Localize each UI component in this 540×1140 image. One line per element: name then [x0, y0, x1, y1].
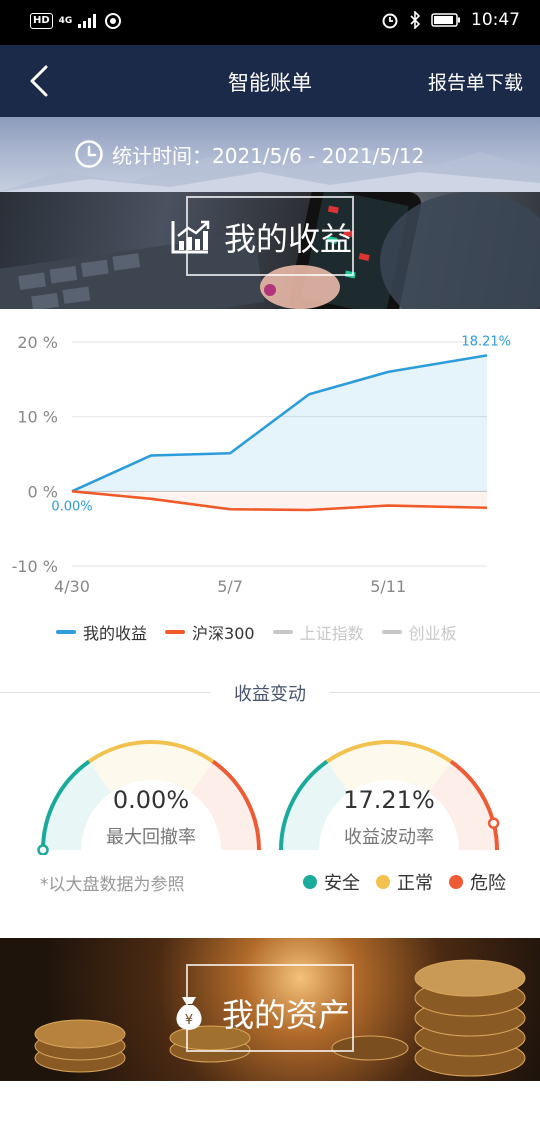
x-tick-label: 5/7	[217, 577, 243, 596]
network-type: 4G	[58, 16, 73, 26]
risk-legend-danger: 危险	[449, 869, 506, 895]
x-tick-label: 5/11	[370, 577, 406, 596]
series-area	[72, 355, 487, 492]
normal-dot	[376, 875, 390, 889]
section-title: 收益变动	[210, 680, 330, 706]
back-button[interactable]	[22, 63, 58, 99]
alarm-icon	[382, 13, 398, 29]
clock: 10:47	[471, 10, 520, 30]
reference-note: *以大盘数据为参照	[40, 875, 185, 895]
income-chart: 20 %10 %0 %-10 %4/30 5/7 5/110.00%18.21%	[12, 333, 511, 596]
status-bar: HD 4G 10:47	[0, 0, 540, 45]
gauge-value: 17.21%	[343, 786, 435, 814]
legend-swatch	[56, 630, 76, 634]
y-tick-label: 10 %	[17, 408, 58, 427]
x-tick-label: 4/30	[54, 577, 90, 596]
legend-swatch	[381, 630, 402, 634]
legend-swatch	[272, 630, 293, 634]
safe-dot	[303, 875, 317, 889]
assets-title-text: 我的资产	[222, 996, 351, 1034]
gauge-caption: 最大回撤率	[106, 827, 196, 848]
legend-label: 创业板	[408, 624, 457, 643]
gauge-value: 0.00%	[112, 786, 190, 814]
gauge-caption: 收益波动率	[344, 827, 434, 848]
risk-label: 正常	[397, 873, 433, 894]
volatility-gauge: 17.21% 收益波动率	[274, 730, 504, 920]
svg-text:¥: ¥	[185, 1013, 193, 1028]
legend-label: 上证指数	[299, 624, 364, 643]
income-title-text: 我的收益	[224, 220, 353, 258]
income-title: 我的收益	[170, 214, 352, 260]
period-label: 统计时间：2021/5/6 - 2021/5/12	[112, 143, 425, 168]
legend-swatch	[165, 630, 186, 634]
y-tick-label: 20 %	[17, 333, 58, 352]
assets-banner: ¥ 我的资产	[0, 938, 540, 1081]
legend-item[interactable]: 沪深300	[165, 620, 255, 644]
signal-icon	[78, 14, 97, 28]
end-data-label: 18.21%	[461, 334, 511, 349]
hotspot-icon	[105, 13, 122, 29]
battery-icon	[431, 13, 460, 27]
risk-label: 安全	[324, 873, 360, 894]
growth-chart-icon	[171, 220, 210, 254]
legend-label: 沪深300	[192, 624, 255, 643]
risk-legend-normal: 正常	[376, 869, 433, 895]
hd-badge: HD	[30, 13, 53, 29]
legend-item[interactable]: 我的收益	[56, 620, 147, 644]
danger-dot	[449, 875, 463, 889]
period-banner: 统计时间：2021/5/6 - 2021/5/12	[0, 117, 540, 192]
money-bag-icon: ¥	[176, 997, 202, 1030]
start-data-label: 0.00%	[51, 499, 92, 514]
income-banner: 我的收益	[0, 192, 540, 309]
chevron-left-icon	[30, 65, 48, 97]
download-report-button[interactable]: 报告单下载	[428, 68, 523, 95]
max-drawdown-gauge: 0.00% 最大回撤率	[36, 730, 266, 920]
clock-icon	[75, 140, 103, 168]
nav-bar: 智能账单 报告单下载	[0, 45, 540, 117]
risk-label: 危险	[470, 873, 506, 894]
legend-item[interactable]: 创业板	[381, 620, 457, 644]
chart-legend: 我的收益 沪深300 上证指数 创业板	[56, 620, 457, 644]
legend-item[interactable]: 上证指数	[272, 620, 364, 644]
bluetooth-icon	[410, 11, 421, 29]
risk-legend-safe: 安全	[303, 869, 360, 895]
legend-label: 我的收益	[83, 624, 148, 643]
assets-title: ¥ 我的资产	[170, 990, 350, 1036]
y-tick-label: -10 %	[12, 557, 58, 576]
risk-legend: 安全 正常 危险	[303, 869, 506, 895]
